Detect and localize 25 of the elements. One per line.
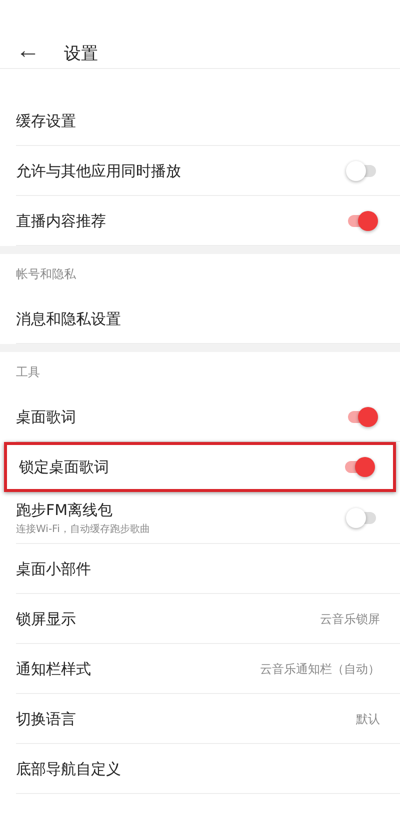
- setting-label[interactable]: 直播内容推荐: [16, 212, 346, 230]
- setting-value: 云音乐通知栏（自动）: [260, 660, 380, 678]
- setting-label[interactable]: 锁屏显示: [16, 610, 320, 628]
- setting-label[interactable]: 桌面小部件: [16, 560, 384, 578]
- setting-label[interactable]: 消息和隐私设置: [16, 310, 384, 328]
- page-title: 设置: [64, 42, 98, 64]
- setting-label[interactable]: 切换语言: [16, 710, 356, 728]
- section-title: 工具: [16, 364, 40, 380]
- back-button[interactable]: ←: [16, 39, 40, 67]
- setting-label[interactable]: 通知栏样式: [16, 660, 260, 678]
- setting-value: 默认: [356, 710, 380, 728]
- toggle-switch[interactable]: [346, 210, 378, 232]
- toggle-switch[interactable]: [346, 507, 378, 529]
- setting-label[interactable]: 锁定桌面歌词: [19, 458, 343, 476]
- setting-label[interactable]: 缓存设置: [16, 112, 384, 130]
- setting-subtitle: 连接Wi-Fi，自动缓存跑步歌曲: [16, 522, 151, 536]
- setting-label[interactable]: 跑步FM离线包: [16, 500, 346, 520]
- setting-label[interactable]: 桌面歌词: [16, 408, 346, 426]
- setting-label[interactable]: 允许与其他应用同时播放: [16, 162, 346, 180]
- section-title: 帐号和隐私: [16, 266, 76, 282]
- toggle-switch[interactable]: [343, 456, 375, 478]
- setting-label[interactable]: 底部导航自定义: [16, 760, 384, 778]
- setting-value: 云音乐锁屏: [320, 610, 380, 628]
- toggle-switch[interactable]: [346, 160, 378, 182]
- toggle-switch[interactable]: [346, 406, 378, 428]
